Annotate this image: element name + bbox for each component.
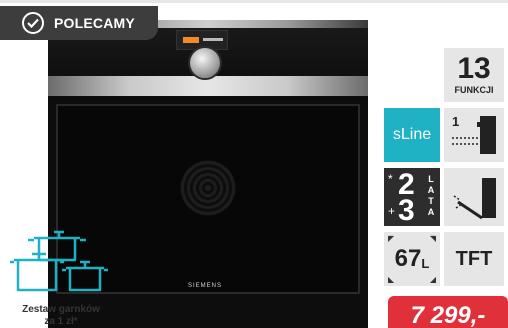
warranty-plus: + xyxy=(388,204,396,218)
door-hinge-icon xyxy=(453,178,496,220)
recommended-badge: POLECAMY xyxy=(0,6,158,40)
pots-icon xyxy=(10,230,108,292)
capacity-tile: ◤ ◥ ◣ ◢ 67 L xyxy=(384,232,440,286)
warranty-star: * xyxy=(388,172,393,186)
top-divider xyxy=(0,0,508,3)
warranty-word: LATA xyxy=(427,174,435,217)
sline-tile: sLine xyxy=(384,108,440,162)
oven-knob xyxy=(190,48,220,78)
promo-text: Zestaw garnków za 1 zł* xyxy=(6,304,116,328)
door-hinge-tile xyxy=(444,168,504,226)
oven-handle-trim xyxy=(48,76,368,96)
corner-arrow-icon: ◢ xyxy=(429,275,436,284)
oven-fan xyxy=(180,160,236,216)
check-circle-icon xyxy=(22,12,44,34)
pots-promo[interactable]: Zestaw garnków za 1 zł* xyxy=(6,222,116,328)
oven-display xyxy=(176,30,228,50)
corner-arrow-icon: ◥ xyxy=(429,234,436,243)
warranty-years-extra: 3 xyxy=(398,194,415,227)
price-label: 7 299,- xyxy=(410,302,486,328)
price-tag[interactable]: 7 299,- xyxy=(388,296,508,328)
capacity-unit: L xyxy=(421,255,430,271)
slide-door-tile: 1 xyxy=(444,108,504,162)
capacity-value: 67 xyxy=(394,245,422,272)
slide-door-icon xyxy=(452,116,496,154)
functions-tile: 13 FUNKCJI xyxy=(444,48,504,102)
corner-arrow-icon: ◣ xyxy=(388,275,395,284)
display-label: TFT xyxy=(455,247,493,270)
corner-arrow-icon: ◤ xyxy=(388,234,395,243)
functions-label: FUNKCJI xyxy=(454,85,494,95)
badge-label: POLECAMY xyxy=(54,15,135,31)
oven-brand-label: SIEMENS xyxy=(188,283,223,289)
promo-line-1: Zestaw garnków xyxy=(22,304,100,315)
sline-label: sLine xyxy=(392,126,432,143)
warranty-tile: * 2 + 3 LATA xyxy=(384,168,440,227)
promo-line-2: za 1 zł* xyxy=(44,316,78,327)
functions-count: 13 xyxy=(457,52,491,85)
display-tile: TFT xyxy=(444,232,504,286)
